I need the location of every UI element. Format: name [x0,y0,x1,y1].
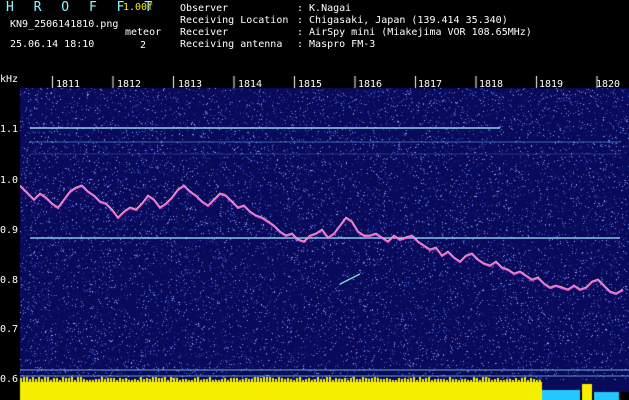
y-tick-label: 1.0 [0,175,19,186]
antenna-value: : Maspro FM-3 [297,39,376,50]
antenna-key: Receiving antenna [180,39,283,50]
location-value: : Chigasaki, Japan (139.414 35.340) [297,15,508,26]
observer-key: Observer [180,3,229,14]
x-tick-label: 1814 [238,79,263,90]
x-tick-label: 1819 [539,79,564,90]
x-tick-label: 1816 [358,79,383,90]
x-tick-label: 1818 [479,79,504,90]
meteor-count: 2 [140,40,147,51]
observer-value: : K.Nagai [297,3,352,14]
filename-label: KN9_2506141810.png [10,19,119,30]
y-tick-label: 0.7 [0,324,19,335]
x-tick-label: 1811 [56,79,81,90]
x-tick-label: 1815 [298,79,323,90]
receiver-key: Receiver [180,27,229,38]
y-tick-label: 0.8 [0,275,19,286]
location-key: Receiving Location [180,15,289,26]
y-tick-label: 0.6 [0,374,19,385]
meteor-echo [339,273,361,285]
x-tick-label: 1817 [418,79,443,90]
x-tick-label: 1820 [596,79,621,90]
meteor-label: meteor [125,27,162,38]
datetime-label: 25.06.14 18:10 [10,39,95,50]
y-tick-label: 1.1 [0,124,19,135]
receiver-value: : AirSpy mini (Miakejima VOR 108.65MHz) [297,27,532,38]
y-tick-label: 0.9 [0,225,19,236]
x-tick-label: 1813 [178,79,203,90]
signal-trace-glow [20,184,624,294]
x-tick-label: 1812 [117,79,142,90]
version-label: 1.00f [123,2,154,13]
unit-label: kHz [0,74,19,85]
signal-trace [20,184,624,296]
spectrogram-overlay [20,127,629,377]
